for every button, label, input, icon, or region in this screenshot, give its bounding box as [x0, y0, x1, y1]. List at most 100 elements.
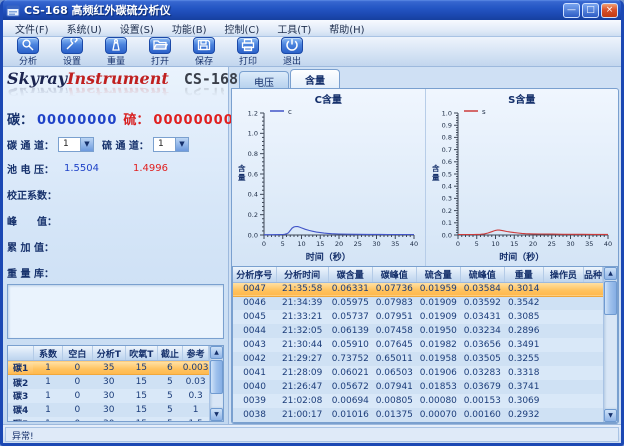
weight-library-listbox[interactable] — [7, 284, 224, 339]
svg-text:含: 含 — [432, 163, 440, 173]
table-cell: 30 — [92, 403, 125, 417]
table-row[interactable]: 碳210301550.03 — [8, 375, 209, 389]
menu-tools[interactable]: 工具(T) — [269, 20, 319, 37]
menu-control[interactable]: 控制(C) — [217, 20, 268, 37]
table-row[interactable]: 003821:00:170.010160.013750.000700.00160… — [233, 408, 603, 422]
column-header[interactable]: 截止 — [157, 346, 183, 361]
svg-text:0.0: 0.0 — [441, 231, 451, 239]
svg-text:40: 40 — [604, 240, 612, 248]
table-row[interactable]: 碳410301551 — [8, 403, 209, 417]
menu-help[interactable]: 帮助(H) — [321, 20, 372, 37]
table-cell: 21:28:09 — [276, 366, 328, 380]
chart-xlabel: 时间（秒） — [499, 250, 544, 263]
analysis-results-table[interactable]: 分析序号分析时间碳含量碳峰值硫含量硫峰值重量操作员品种004721:35:580… — [233, 267, 603, 422]
scroll-thumb[interactable] — [210, 360, 223, 394]
table-row[interactable]: 004021:26:470.056720.079410.018530.03679… — [233, 380, 603, 394]
close-button[interactable]: × — [601, 3, 618, 18]
table-cell: 1 — [33, 361, 62, 375]
table-cell: 0043 — [233, 338, 276, 352]
svg-text:30: 30 — [373, 240, 381, 248]
chevron-down-icon[interactable]: ▼ — [175, 138, 188, 151]
scroll-up-icon[interactable]: ▲ — [210, 346, 223, 359]
minimize-button[interactable]: — — [563, 3, 580, 18]
carbon-channel-select[interactable]: 1 ▼ — [58, 137, 94, 152]
table-row[interactable]: 碳510301551.5 — [8, 417, 209, 422]
tab-content[interactable]: 含量 — [290, 69, 340, 88]
table-row[interactable]: 004621:34:390.059750.079830.019090.03592… — [233, 296, 603, 310]
column-header[interactable]: 硫含量 — [416, 267, 460, 282]
menu-file[interactable]: 文件(F) — [7, 20, 57, 37]
column-header[interactable]: 碳峰值 — [372, 267, 416, 282]
table-cell: 21:30:44 — [276, 338, 328, 352]
table-cell: 0.05910 — [328, 338, 372, 352]
table-cell — [583, 394, 602, 408]
svg-text:0: 0 — [456, 240, 460, 248]
table-cell: 15 — [126, 375, 158, 389]
scroll-up-icon[interactable]: ▲ — [604, 267, 617, 280]
menu-settings[interactable]: 设置(S) — [112, 20, 162, 37]
svg-text:20: 20 — [529, 240, 537, 248]
scroll-thumb[interactable] — [604, 281, 617, 315]
table-cell: 0.01982 — [416, 338, 460, 352]
svg-text:0.8: 0.8 — [248, 150, 258, 158]
title-bar[interactable]: CS-168 高频红外碳硫分析仪 — □ × — [3, 0, 621, 20]
carbon-channel-label: 碳 通 道： — [7, 137, 54, 152]
toolbar-print-button[interactable]: 打印 — [231, 37, 265, 67]
scroll-down-icon[interactable]: ▼ — [210, 408, 223, 421]
table-row[interactable]: 004421:32:050.061390.074580.019500.03234… — [233, 324, 603, 338]
sulfur-channel-select[interactable]: 1 ▼ — [153, 137, 189, 152]
chevron-down-icon[interactable]: ▼ — [80, 138, 93, 151]
results-scrollbar[interactable]: ▲ ▼ — [603, 267, 617, 422]
column-header[interactable]: 系数 — [33, 346, 62, 361]
column-header[interactable]: 参考 — [183, 346, 209, 361]
column-header[interactable]: 硫峰值 — [460, 267, 504, 282]
table-cell — [583, 352, 602, 366]
table-cell: 0.03505 — [460, 352, 504, 366]
column-header[interactable]: 品种 — [583, 267, 602, 282]
table-row[interactable]: 碳110351560.003 — [8, 361, 209, 375]
toolbar-settings-button[interactable]: 设置 — [55, 37, 89, 67]
table-row[interactable]: 003921:02:080.006940.008050.000800.00153… — [233, 394, 603, 408]
svg-text:0.1: 0.1 — [441, 219, 451, 227]
table-row[interactable]: 004321:30:440.059100.076450.019820.03656… — [233, 338, 603, 352]
column-header[interactable]: 重量 — [504, 267, 543, 282]
table-cell: 0.73752 — [328, 352, 372, 366]
table-cell: 21:26:47 — [276, 380, 328, 394]
params-scrollbar[interactable]: ▲ ▼ — [209, 346, 223, 421]
maximize-button[interactable]: □ — [582, 3, 599, 18]
column-header[interactable]: 操作员 — [543, 267, 583, 282]
svg-text:40: 40 — [410, 240, 418, 248]
scroll-down-icon[interactable]: ▼ — [604, 409, 617, 422]
carbon-chart-plot: 05101520253035400.00.20.40.60.81.01.2含量c — [234, 104, 422, 250]
table-cell: 0.06021 — [328, 366, 372, 380]
analysis-params-table[interactable]: 系数空白分析T吹氧T截止参考碳110351560.003碳210301550.0… — [8, 346, 209, 422]
table-row[interactable]: 碳310301550.3 — [8, 389, 209, 403]
table-row[interactable]: 004721:35:580.063310.077360.019590.03584… — [233, 282, 603, 296]
table-cell — [543, 408, 583, 422]
charts-area: C含量 05101520253035400.00.20.40.60.81.01.… — [232, 89, 618, 266]
table-row[interactable]: 004121:28:090.060210.065030.019060.03283… — [233, 366, 603, 380]
table-cell: 0.00153 — [460, 394, 504, 408]
column-header[interactable]: 分析T — [92, 346, 125, 361]
open-icon — [149, 37, 171, 54]
column-header[interactable]: 吹氧T — [126, 346, 158, 361]
svg-text:量: 量 — [238, 172, 246, 182]
toolbar-analyze-button[interactable]: 分析 — [11, 37, 45, 67]
table-cell: 0.01950 — [416, 324, 460, 338]
column-header[interactable] — [8, 346, 33, 361]
toolbar-weight-button[interactable]: 重量 — [99, 37, 133, 67]
table-row[interactable]: 004221:29:270.737520.650110.019580.03505… — [233, 352, 603, 366]
svg-text:0.8: 0.8 — [441, 134, 451, 142]
tab-voltage[interactable]: 电压 — [239, 71, 289, 88]
table-cell — [583, 380, 602, 394]
toolbar-open-button[interactable]: 打开 — [143, 37, 177, 67]
menu-system[interactable]: 系统(U) — [59, 20, 110, 37]
table-row[interactable]: 004521:33:210.057370.079510.019090.03431… — [233, 310, 603, 324]
column-header[interactable]: 分析序号 — [233, 267, 276, 282]
column-header[interactable]: 分析时间 — [276, 267, 328, 282]
column-header[interactable]: 空白 — [63, 346, 92, 361]
toolbar-exit-button[interactable]: 退出 — [275, 37, 309, 67]
column-header[interactable]: 碳含量 — [328, 267, 372, 282]
toolbar-save-button[interactable]: 保存 — [187, 37, 221, 67]
menu-function[interactable]: 功能(B) — [164, 20, 215, 37]
